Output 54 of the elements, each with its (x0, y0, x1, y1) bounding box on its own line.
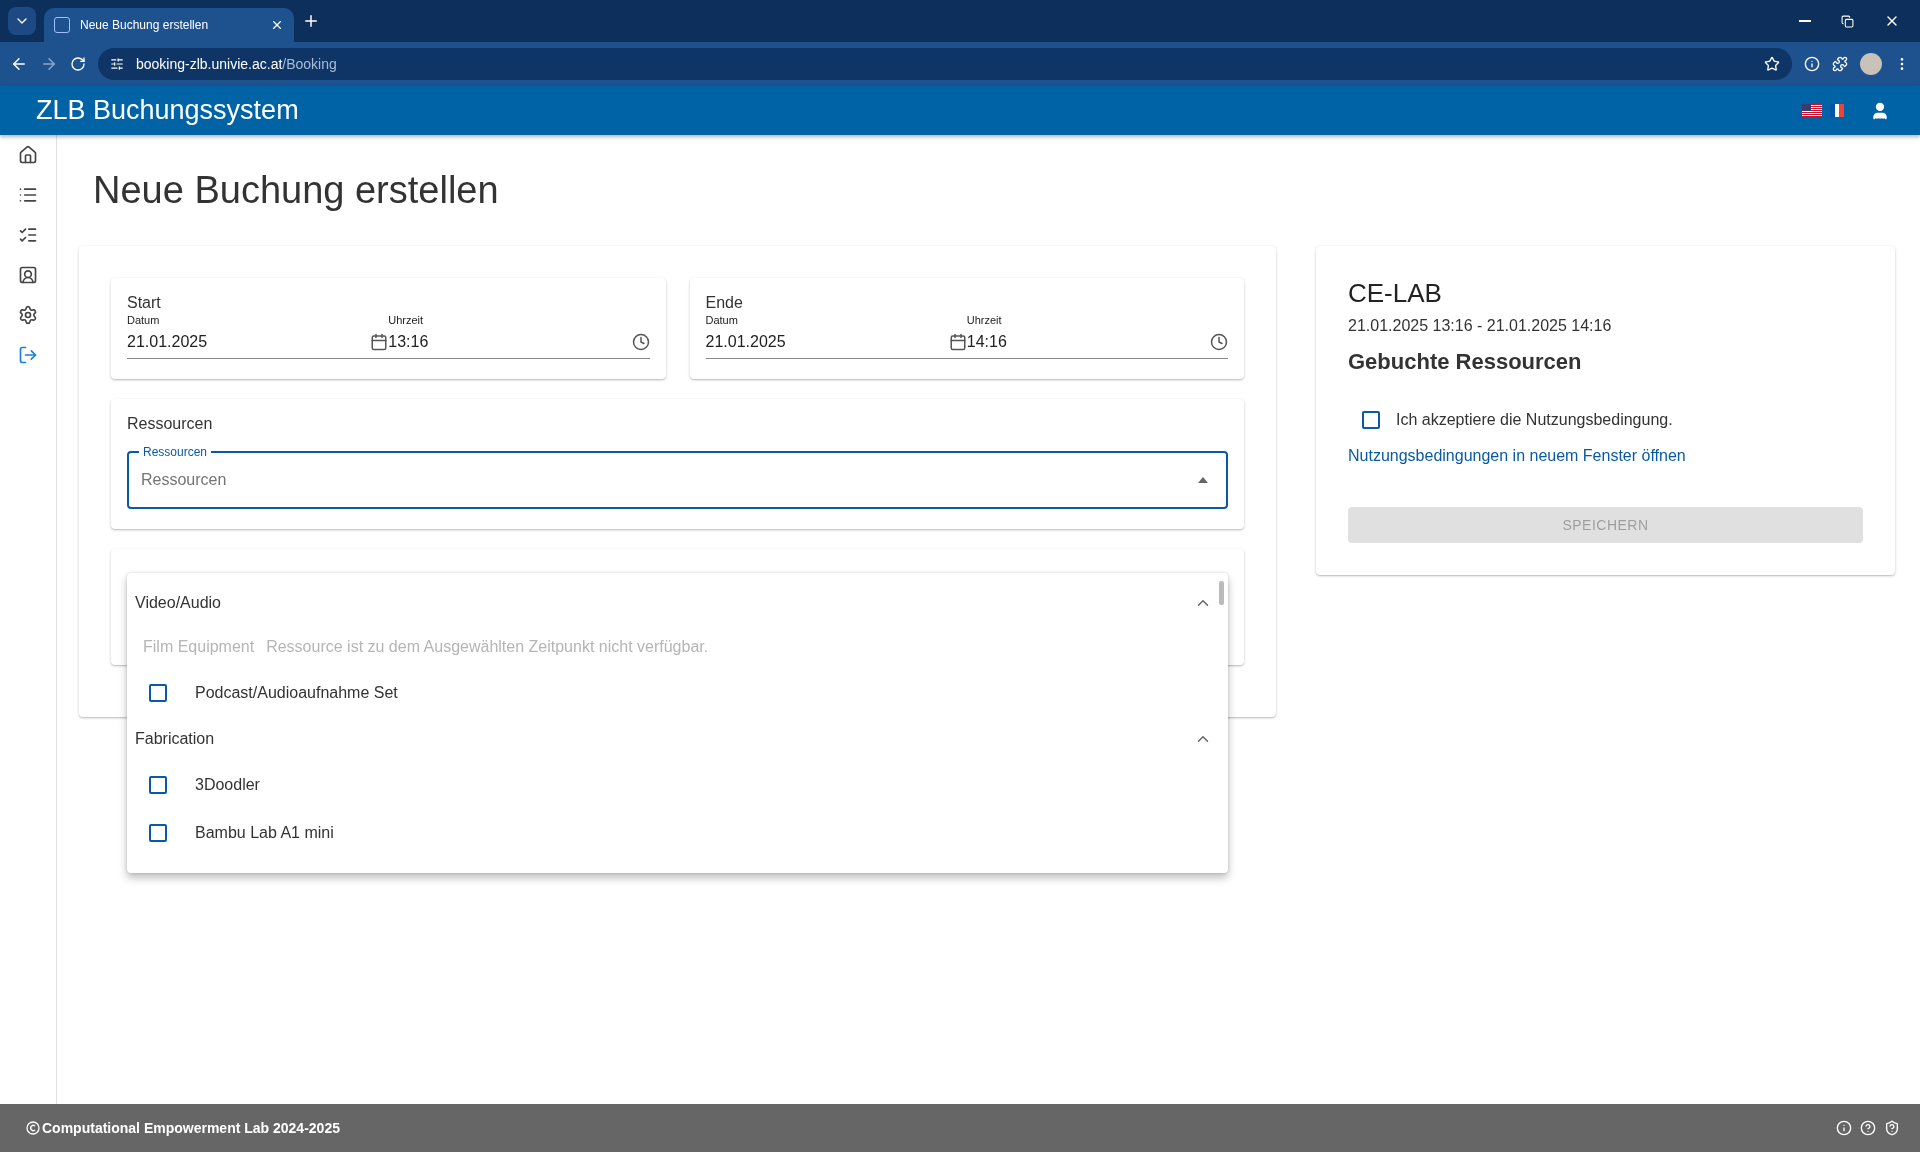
user-icon[interactable] (1870, 100, 1890, 121)
info-icon[interactable] (1836, 1120, 1852, 1136)
calendar-icon[interactable] (370, 333, 389, 351)
clock-icon[interactable] (631, 333, 650, 351)
reload-button[interactable] (70, 56, 86, 72)
scrollbar-thumb[interactable] (1219, 581, 1224, 605)
checkbox[interactable] (149, 684, 167, 702)
restore-button[interactable] (1841, 13, 1854, 29)
address-bar[interactable]: booking-zlb.univie.ac.at/Booking (98, 48, 1792, 80)
group-header[interactable]: Video/Audio (127, 581, 1228, 625)
new-tab-button[interactable] (302, 12, 320, 30)
time-field[interactable]: Uhrzeit 13:16 (388, 312, 650, 359)
back-button[interactable] (10, 55, 28, 73)
forward-button[interactable] (40, 55, 58, 73)
option-label[interactable]: Bambu Lab A1 mini (195, 824, 334, 842)
tab-search-button[interactable] (8, 7, 36, 35)
tab-title: Neue Buchung erstellen (80, 18, 210, 32)
resources-heading: Ressourcen (127, 415, 214, 433)
checkbox[interactable] (1362, 411, 1380, 429)
extensions-icon[interactable] (1832, 56, 1848, 72)
copyright-icon (26, 1121, 40, 1135)
caret-icon (1198, 477, 1208, 483)
terms-checkbox-label[interactable]: Ich akzeptiere die Nutzungsbedingung. (1396, 411, 1673, 429)
option-label[interactable]: Podcast/Audioaufnahme Set (195, 684, 398, 702)
favicon-icon (54, 17, 70, 33)
checkbox[interactable] (149, 776, 167, 794)
browser-tab[interactable]: Neue Buchung erstellen (44, 8, 294, 42)
period-heading: Start (127, 294, 162, 312)
group-header[interactable]: Fabrication (127, 717, 1228, 761)
profile-avatar[interactable] (1860, 53, 1882, 75)
calendar-icon[interactable] (948, 333, 967, 351)
date-field[interactable]: Datum 21.01.2025 (705, 312, 967, 359)
option-label[interactable]: 3Doodler (195, 776, 260, 794)
page-title: Neue Buchung erstellen (93, 169, 500, 212)
resource-name: Film Equipment (143, 638, 255, 656)
lab-title: CE-LAB (1348, 278, 1443, 309)
time-field[interactable]: Uhrzeit 14:16 (966, 312, 1228, 359)
booked-resources-heading: Gebuchte Ressourcen (1348, 349, 1583, 375)
privacy-shield-icon[interactable] (1884, 1120, 1900, 1136)
footer-text: Computational Empowerment Lab 2024-2025 (42, 1120, 341, 1136)
close-tab-button[interactable] (270, 18, 284, 32)
site-settings-icon[interactable] (110, 57, 124, 71)
unavailable-note: Ressource ist zu dem Ausgewählten Zeitpunkt nicht verfügbar. (266, 638, 709, 656)
bookmark-star-icon[interactable] (1764, 56, 1780, 72)
french-flag-icon[interactable] (1830, 104, 1844, 117)
date-field[interactable]: Datum 21.01.2025 (127, 312, 389, 359)
app-title: ZLB Buchungssystem (36, 95, 300, 126)
checkbox[interactable] (149, 824, 167, 842)
terms-link[interactable]: Nutzungsbedingungen in neuem Fenster öffnen (1348, 447, 1863, 465)
us-flag-icon[interactable] (1802, 104, 1822, 117)
period-heading: Ende (705, 294, 744, 312)
booking-time-range: 21.01.2025 13:16 - 21.01.2025 14:16 (1348, 317, 1613, 335)
clock-icon[interactable] (1210, 333, 1228, 351)
help-icon[interactable] (1860, 1120, 1876, 1136)
